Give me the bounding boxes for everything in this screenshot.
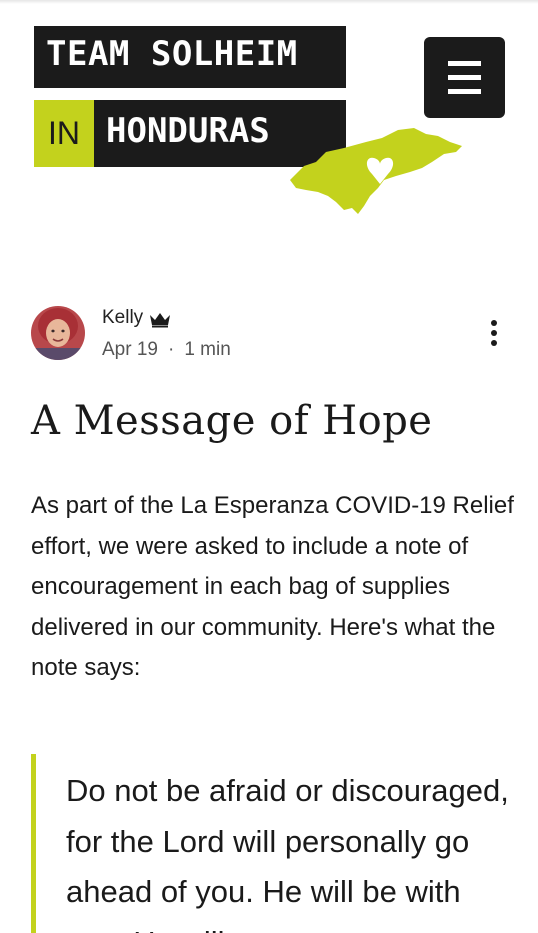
crown-icon <box>150 313 170 328</box>
author-name[interactable]: Kelly <box>102 307 143 329</box>
blockquote-text: Do not be afraid or discouraged, for the… <box>66 773 509 933</box>
top-shadow <box>0 0 538 4</box>
menu-button[interactable] <box>424 37 505 118</box>
post-body-paragraph: As part of the La Esperanza COVID-19 Rel… <box>31 492 514 681</box>
post-meta: Apr 19 · 1 min <box>102 339 231 361</box>
read-time: 1 min <box>184 339 231 360</box>
meta-separator: · <box>167 339 175 360</box>
author-avatar[interactable] <box>31 306 85 360</box>
blog-post-page: TEAM SOLHEIM IN HONDURAS Kelly Apr 19 · … <box>0 0 538 933</box>
logo-in-label: IN <box>34 100 94 167</box>
blockquote-accent-bar <box>31 754 36 933</box>
more-vertical-icon <box>491 320 497 326</box>
post-date: Apr 19 <box>102 339 158 360</box>
logo-line-team-solheim: TEAM SOLHEIM <box>34 26 346 88</box>
honduras-map-heart-icon <box>290 128 462 214</box>
more-options-button[interactable] <box>478 316 510 350</box>
post-title: A Message of Hope <box>31 398 433 444</box>
site-logo[interactable]: TEAM SOLHEIM IN HONDURAS <box>34 26 474 226</box>
